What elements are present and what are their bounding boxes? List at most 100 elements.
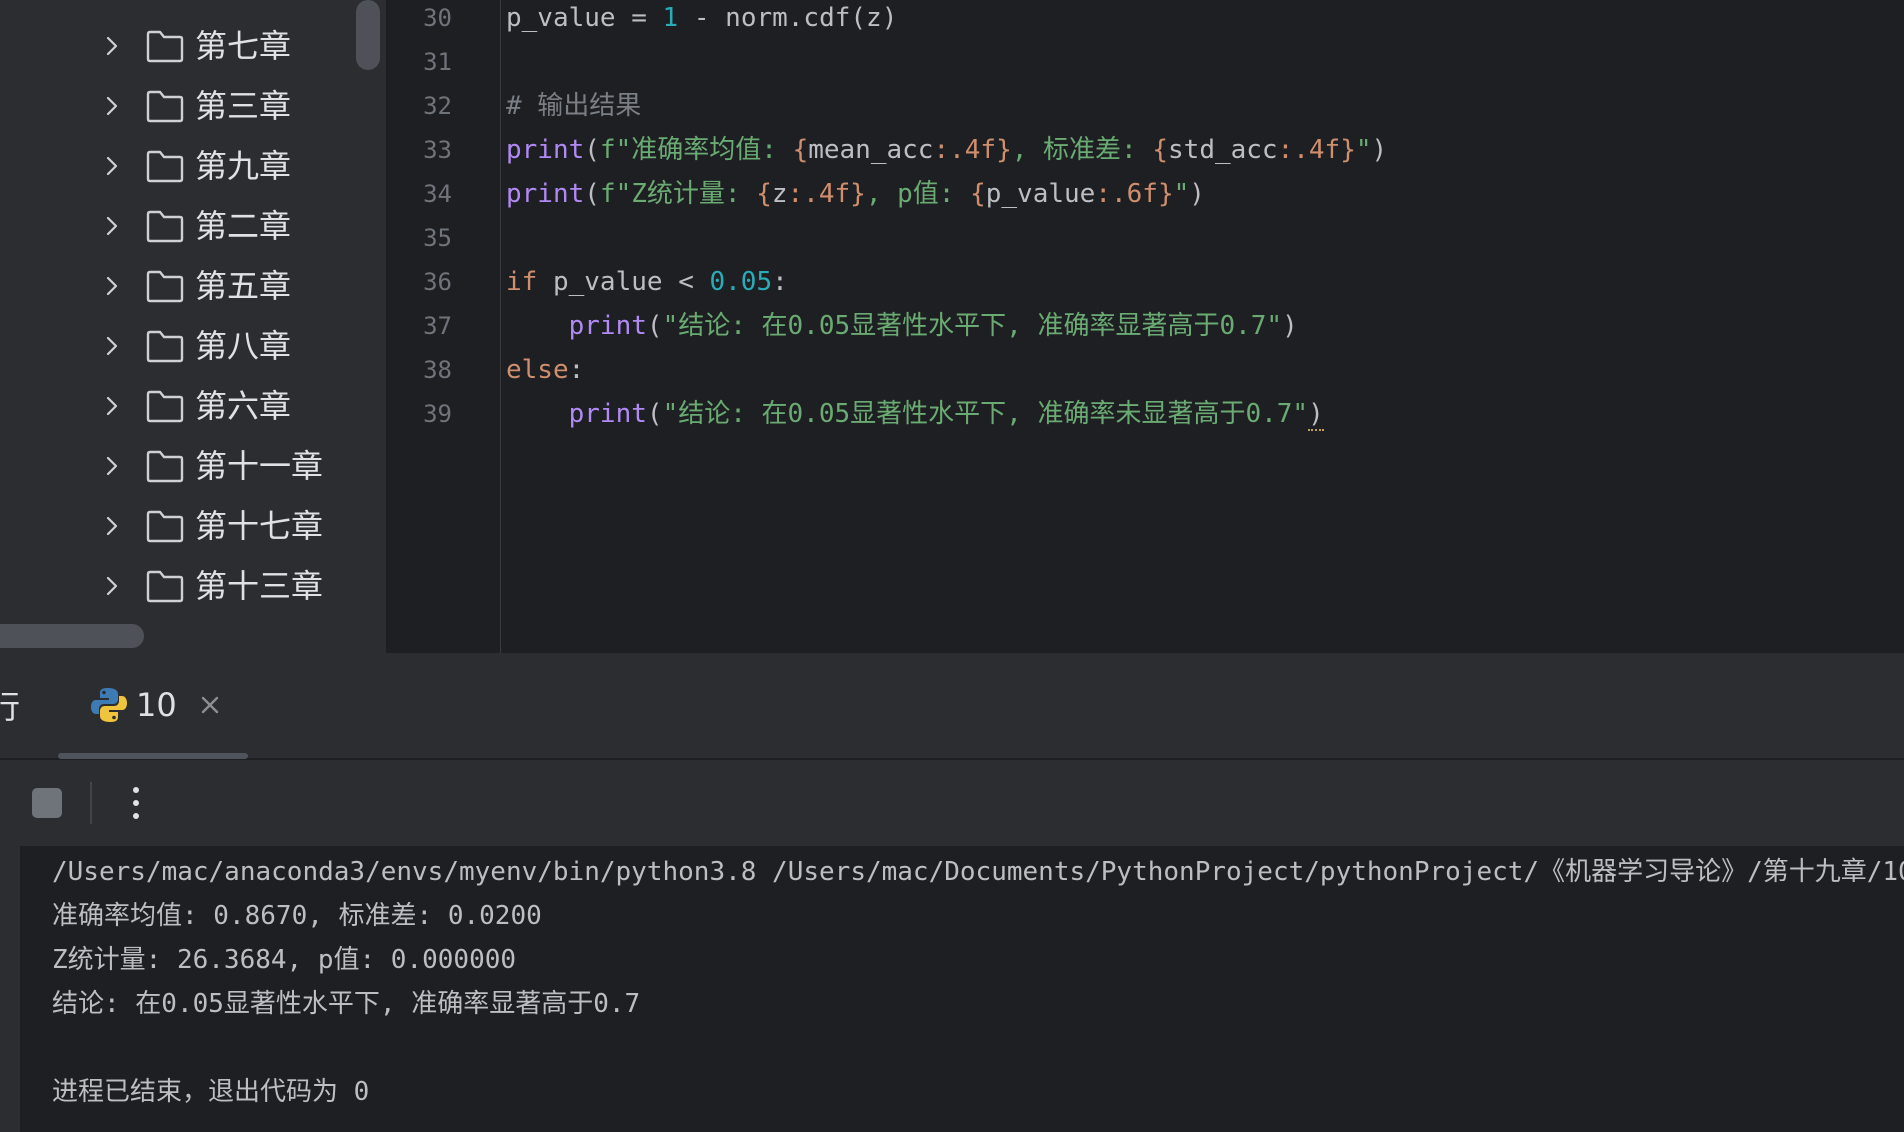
- stop-icon[interactable]: [32, 788, 62, 818]
- console-gutter: [0, 846, 20, 1132]
- code-format: :.4f: [1277, 135, 1341, 165]
- line-number: 38: [423, 356, 452, 384]
- code-token: ): [1371, 135, 1388, 165]
- tree-item-label: 第十三章: [195, 567, 324, 605]
- tree-item-chapter-2[interactable]: 第二章: [0, 196, 386, 256]
- code-editor[interactable]: 30 31 32 33 34 35 36 37 38 39 p_value = …: [386, 0, 1904, 653]
- chevron-right-icon[interactable]: [100, 334, 124, 358]
- folder-icon: [146, 570, 184, 603]
- code-token: p_value =: [506, 3, 663, 33]
- code-string: , 标准差:: [1011, 135, 1153, 165]
- tree-horizontal-scrollbar[interactable]: [0, 624, 144, 648]
- code-brace: {: [1152, 135, 1169, 165]
- tree-item-chapter-7[interactable]: 第七章: [0, 16, 386, 76]
- code-token: - norm.cdf(z): [678, 3, 898, 33]
- code-brace: }: [1340, 135, 1356, 165]
- code-token-warning: ): [1308, 399, 1324, 431]
- run-toolbar: [0, 760, 1904, 846]
- tree-item-chapter-6[interactable]: 第六章: [0, 376, 386, 436]
- run-tab-label: 10: [136, 686, 177, 724]
- console-line: 结论: 在0.05显著性水平下, 准确率显著高于0.7: [52, 989, 641, 1019]
- code-line-30: p_value = 1 - norm.cdf(z): [506, 0, 897, 40]
- tree-item-label: 第九章: [195, 147, 292, 185]
- close-icon[interactable]: [198, 693, 222, 717]
- line-number: 31: [423, 48, 452, 76]
- chevron-right-icon[interactable]: [100, 574, 124, 598]
- chevron-right-icon[interactable]: [100, 154, 124, 178]
- code-format: :.4f: [787, 179, 851, 209]
- code-brace: {: [792, 135, 809, 165]
- code-string: f"准确率均值:: [599, 135, 793, 165]
- chevron-right-icon[interactable]: [100, 214, 124, 238]
- console-output[interactable]: /Users/mac/anaconda3/envs/myenv/bin/pyth…: [0, 846, 1904, 1132]
- code-format: :.4f: [933, 135, 997, 165]
- line-number: 39: [423, 400, 452, 428]
- code-token: std_acc: [1168, 135, 1278, 165]
- code-brace: }: [996, 135, 1012, 165]
- code-brace: }: [1157, 179, 1174, 209]
- console-line: 进程已结束，退出代码为 0: [52, 1077, 370, 1107]
- chevron-right-icon[interactable]: [100, 94, 124, 118]
- code-line-33: print(f"准确率均值: {mean_acc:.4f}, 标准差: {std…: [506, 128, 1387, 172]
- folder-icon: [146, 90, 184, 123]
- code-function: print: [506, 135, 585, 165]
- code-string: f"Z统计量:: [599, 179, 757, 209]
- code-comment: # 输出结果: [506, 91, 642, 121]
- code-brace: {: [756, 179, 772, 209]
- chevron-right-icon[interactable]: [100, 34, 124, 58]
- tree-item-label: 第三章: [195, 87, 292, 125]
- code-number: 0.05: [709, 267, 773, 297]
- tree-item-label: 第八章: [195, 327, 292, 365]
- folder-icon: [146, 270, 184, 303]
- more-vertical-icon[interactable]: [126, 782, 146, 824]
- run-panel-header: 行 10: [0, 653, 1904, 759]
- code-function: print: [506, 179, 585, 209]
- line-number: 33: [423, 136, 452, 164]
- chevron-right-icon[interactable]: [100, 394, 124, 418]
- code-brace: }: [850, 179, 866, 209]
- code-number: 1: [662, 3, 679, 33]
- code-function: print: [568, 311, 647, 341]
- tree-item-chapter-3[interactable]: 第三章: [0, 76, 386, 136]
- code-string: ": [1355, 135, 1372, 165]
- tree-item-chapter-11[interactable]: 第十一章: [0, 436, 386, 496]
- code-string: "结论: 在0.05显著性水平下, 准确率显著高于0.7": [662, 311, 1283, 341]
- folder-icon: [146, 150, 184, 183]
- code-token: p_value: [985, 179, 1096, 209]
- tree-item-chapter-5[interactable]: 第五章: [0, 256, 386, 316]
- code-token: ): [1189, 179, 1205, 209]
- tree-item-label: 第十一章: [195, 447, 324, 485]
- code-token: mean_acc: [808, 135, 934, 165]
- tree-item-label: 第六章: [195, 387, 292, 425]
- line-number: 32: [423, 92, 452, 120]
- code-token: p_value <: [537, 267, 710, 297]
- folder-icon: [146, 390, 184, 423]
- chevron-right-icon[interactable]: [100, 274, 124, 298]
- code-line-36: if p_value < 0.05:: [506, 260, 788, 304]
- console-line: /Users/mac/anaconda3/envs/myenv/bin/pyth…: [52, 857, 1904, 887]
- run-tab[interactable]: 10: [58, 653, 248, 759]
- chevron-right-icon[interactable]: [100, 454, 124, 478]
- tree-item-chapter-9[interactable]: 第九章: [0, 136, 386, 196]
- code-token: ): [1282, 311, 1298, 341]
- tree-item-chapter-8[interactable]: 第八章: [0, 316, 386, 376]
- code-token: (: [584, 179, 600, 209]
- code-line-39: print("结论: 在0.05显著性水平下, 准确率未显著高于0.7"): [506, 392, 1324, 436]
- line-number: 36: [423, 268, 452, 296]
- tree-item-chapter-13[interactable]: 第十三章: [0, 556, 386, 616]
- folder-icon: [146, 510, 184, 543]
- code-token: :: [568, 355, 585, 385]
- code-format: :.6f: [1095, 179, 1158, 209]
- console-line: 准确率均值: 0.8670, 标准差: 0.0200: [52, 901, 542, 931]
- tree-item-label: 第十七章: [195, 507, 324, 545]
- line-number: 37: [423, 312, 452, 340]
- line-number: 35: [423, 224, 452, 252]
- tree-vertical-scrollbar[interactable]: [356, 0, 380, 70]
- chevron-right-icon[interactable]: [100, 514, 124, 538]
- tree-item-chapter-17[interactable]: 第十七章: [0, 496, 386, 556]
- code-line-32: # 输出结果: [506, 84, 641, 128]
- project-tree: 第七章 第三章 第九章 第二章 第五章 第八章 第六章 第十一章 第十七章 第十…: [0, 0, 386, 653]
- tree-item-label: 第二章: [195, 207, 292, 245]
- line-number-gutter: 30 31 32 33 34 35 36 37 38 39: [386, 0, 501, 653]
